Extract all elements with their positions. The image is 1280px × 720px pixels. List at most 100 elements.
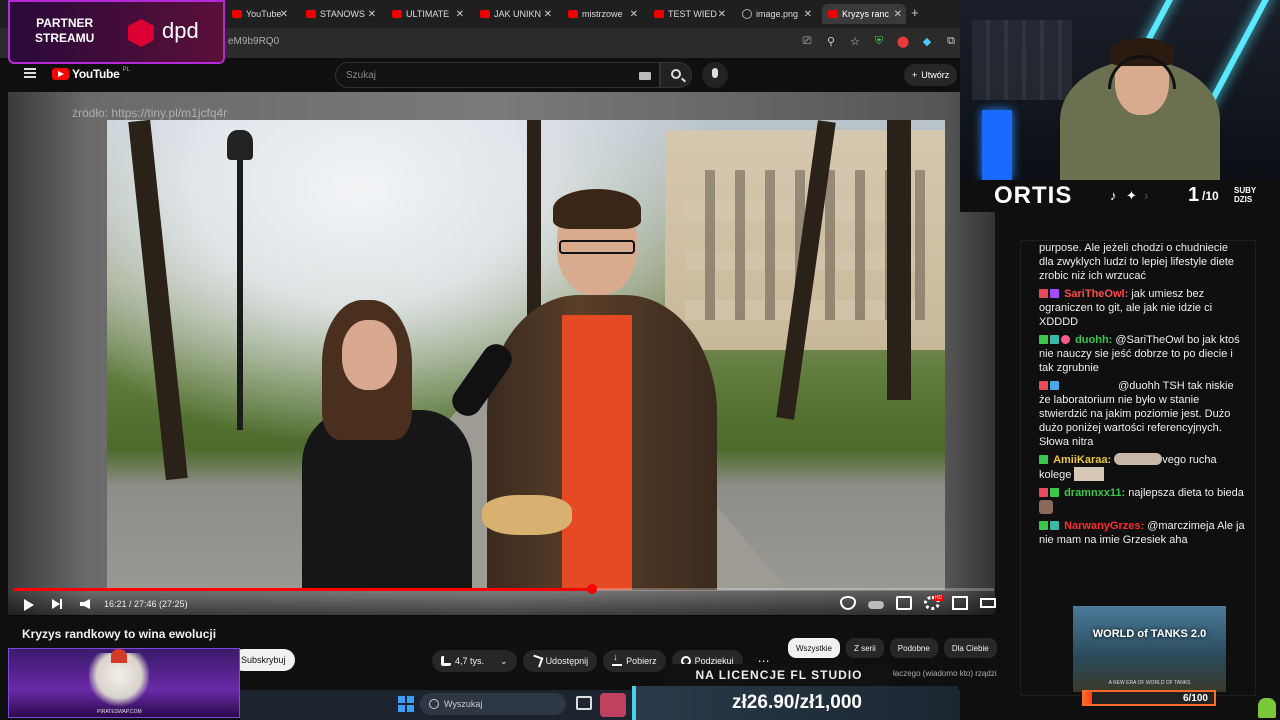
- settings-gear-icon[interactable]: [924, 595, 943, 610]
- badge-icon: [1039, 381, 1048, 390]
- tab-mistrzowe[interactable]: mistrzowe ✕: [562, 4, 642, 24]
- chat-username[interactable]: NarwanyGrzes:: [1064, 520, 1144, 532]
- create-label: Utwórz: [921, 70, 950, 80]
- menu-icon[interactable]: [24, 68, 36, 78]
- badge-icon: [1039, 289, 1048, 298]
- like-count: 4,7 tys.: [455, 656, 485, 666]
- tab-label: YouTube: [246, 9, 282, 19]
- share-button[interactable]: Udostępnij: [522, 650, 598, 672]
- search-input[interactable]: Szukaj: [335, 62, 660, 88]
- autoplay-toggle[interactable]: [868, 600, 884, 609]
- chevron-right-icon: ›: [1144, 188, 1149, 203]
- tab-test-wied[interactable]: TEST WIED ✕: [648, 4, 730, 24]
- chat-message: SariTheOwl: jak umiesz bez ograniczen to…: [1039, 287, 1245, 329]
- download-label: Pobierz: [626, 656, 657, 666]
- chat-username[interactable]: AmiiKaraa:: [1053, 454, 1111, 466]
- tab-jak-unikn[interactable]: JAK UNIKN ✕: [474, 4, 556, 24]
- chip-all[interactable]: Wszystkie: [788, 638, 840, 658]
- zoom-icon[interactable]: ⚲: [824, 35, 838, 48]
- video-player[interactable]: źródło: https://tiny.pl/m1jcfq4r: [8, 92, 995, 615]
- download-button[interactable]: Pobierz: [603, 650, 666, 672]
- create-button[interactable]: + Utwórz: [904, 64, 958, 86]
- youtube-icon: [654, 10, 664, 18]
- tab-image-png[interactable]: image.png ✕: [736, 4, 816, 24]
- close-icon[interactable]: ✕: [630, 9, 638, 20]
- youtube-icon: [568, 10, 578, 18]
- tab-ultimate[interactable]: ULTIMATE ✕: [386, 4, 468, 24]
- close-icon[interactable]: ✕: [280, 9, 288, 20]
- badge-icon: [1039, 335, 1048, 344]
- search-button[interactable]: [660, 62, 692, 88]
- chip-series[interactable]: Z serii: [846, 638, 884, 658]
- youtube-icon: [392, 10, 402, 18]
- task-view-icon[interactable]: [576, 696, 592, 710]
- url-field[interactable]: eM9b9RQ0: [228, 36, 279, 47]
- keyboard-icon[interactable]: [639, 72, 651, 80]
- youtube-icon: [828, 10, 838, 18]
- chat-message: dramnxx11: najlepsza dieta to bieda: [1039, 486, 1245, 515]
- taskbar-app-icon[interactable]: [600, 693, 626, 717]
- chip-similar[interactable]: Podobne: [889, 638, 938, 658]
- like-button[interactable]: 4,7 tys. ⌄: [432, 650, 517, 672]
- theater-mode-icon[interactable]: [980, 598, 996, 608]
- chat-username[interactable]: duohh:: [1075, 334, 1112, 346]
- chip-for-you[interactable]: Dla Ciebie: [943, 638, 997, 658]
- thumbs-up-icon: [441, 656, 451, 666]
- youtube-region-label: PL: [122, 67, 130, 73]
- close-icon[interactable]: ✕: [894, 9, 902, 20]
- next-icon[interactable]: [52, 599, 62, 609]
- install-icon[interactable]: ⎚: [800, 35, 814, 48]
- tab-label: mistrzowe: [582, 9, 623, 19]
- new-tab-button[interactable]: +: [911, 5, 919, 20]
- search-icon: [671, 69, 681, 79]
- video-source-watermark: źródło: https://tiny.pl/m1jcfq4r: [72, 106, 228, 120]
- video-progress-bar[interactable]: [14, 584, 994, 594]
- subs-label-1: SUBY: [1234, 186, 1257, 195]
- chat-message: AmiiKaraa: vego rucha kolege: [1039, 453, 1245, 482]
- player-right-controls: [840, 595, 996, 610]
- chat-username[interactable]: SariTheOwl:: [1064, 288, 1128, 300]
- tab-kryzys-randkowy[interactable]: Kryzys ranc ✕: [822, 4, 906, 24]
- subs-today-label: SUBY DZIS: [1234, 186, 1256, 204]
- tiktok-icon: ♪: [1110, 188, 1117, 203]
- shelf: [972, 20, 1072, 100]
- subtitles-icon[interactable]: [896, 596, 912, 610]
- video-frame: [107, 120, 945, 590]
- extension-gem-icon[interactable]: ◆: [920, 35, 934, 48]
- recommendation-title[interactable]: łaczego (wiadomo kto) rządzi: [893, 669, 997, 678]
- close-icon[interactable]: ✕: [456, 9, 464, 20]
- globe-icon: [742, 9, 752, 19]
- world-of-tanks-ad[interactable]: WORLD of TANKS 2.0 A NEW ERA OF WORLD OF…: [1073, 606, 1226, 692]
- extension-red-icon[interactable]: ⬤: [896, 35, 910, 48]
- bookmark-star-icon[interactable]: ☆: [848, 35, 862, 48]
- extension-shield-icon[interactable]: ⛨: [872, 35, 886, 48]
- chat-message: @duohh TSH tak niskie że laboratorium ni…: [1039, 379, 1245, 449]
- volume-icon[interactable]: [80, 599, 90, 609]
- windows-start-icon[interactable]: [398, 696, 414, 712]
- youtube-logo-text: YouTube: [72, 67, 120, 81]
- tab-youtube[interactable]: YouTube ✕: [226, 4, 292, 24]
- youtube-logo[interactable]: YouTube PL: [52, 67, 130, 81]
- sponsorblock-icon[interactable]: [840, 596, 856, 610]
- chat-username[interactable]: dramnxx11:: [1064, 487, 1125, 499]
- subscribe-button[interactable]: Subskrybuj: [232, 649, 295, 671]
- play-icon[interactable]: [24, 599, 34, 611]
- badge-icon: [1050, 335, 1059, 344]
- miniplayer-icon[interactable]: [952, 596, 968, 610]
- close-icon[interactable]: ✕: [718, 9, 726, 20]
- stream-info-bar: ORTIS ♪ ✦ › 1 /10 SUBY DZIS: [960, 180, 1280, 212]
- youtube-play-icon: [52, 68, 69, 80]
- youtube-icon: [480, 10, 490, 18]
- twitter-icon: ✦: [1126, 188, 1137, 203]
- tab-label: TEST WIED: [668, 9, 717, 19]
- close-icon[interactable]: ✕: [544, 9, 552, 20]
- extensions-puzzle-icon[interactable]: ⧉: [944, 35, 958, 48]
- badge-icon: [1039, 455, 1048, 464]
- tab-stanows[interactable]: STANOWS ✕: [300, 4, 380, 24]
- thumbs-down-icon[interactable]: ⌄: [500, 656, 508, 667]
- voice-search-button[interactable]: [702, 62, 728, 88]
- taskbar-search[interactable]: Wyszukaj: [420, 693, 566, 715]
- close-icon[interactable]: ✕: [804, 9, 812, 20]
- partner-line-1: PARTNER: [36, 16, 94, 30]
- close-icon[interactable]: ✕: [368, 9, 376, 20]
